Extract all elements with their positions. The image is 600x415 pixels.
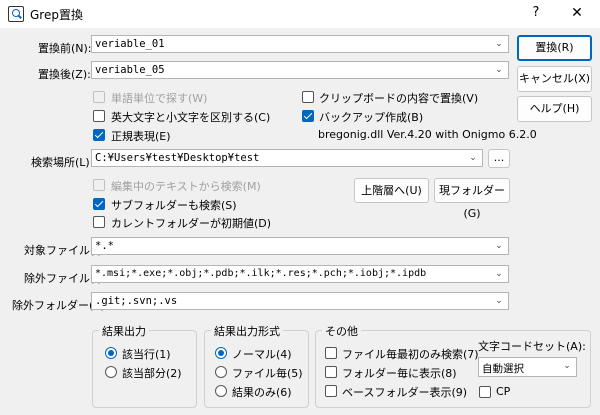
format-result-only-radio[interactable] [215,385,227,397]
exclude-files-combo[interactable]: *.msi;*.exe;*.obj;*.pdb;*.ilk;*.res;*.pc… [91,265,509,283]
matching-line-label: 該当行(1) [122,348,171,361]
search-location-combo[interactable]: C:¥Users¥test¥Desktop¥test ⌄ [91,149,483,167]
search-location-value: C:¥Users¥test¥Desktop¥test [95,152,260,164]
app-search-icon [8,6,24,22]
grep-replace-dialog: Grep置換 ? ✕ 置換前(N): veriable_01 ⌄ 置換後(Z):… [0,0,600,415]
window-title: Grep置換 [30,8,83,22]
result-output-title: 結果出力 [99,323,149,339]
format-result-only-label: 結果のみ(6) [232,386,292,399]
output-format-title: 結果出力形式 [211,323,283,339]
regex-library-info: bregonig.dll Ver.4.20 with Onigmo 6.2.0 [318,128,537,141]
search-from-editing-checkbox[interactable] [93,179,105,191]
chevron-down-icon[interactable]: ⌄ [493,267,505,281]
clipboard-replace-label: クリップボードの内容で置換(V) [319,92,479,105]
title-bar: Grep置換 ? ✕ [0,0,600,28]
current-folder-default-label: カレントフォルダーが初期値(D) [111,217,272,230]
show-base-folder-checkbox[interactable] [325,385,337,397]
format-per-file-label: ファイル毎(5) [232,367,303,380]
format-per-file-radio[interactable] [215,366,227,378]
help-title-button[interactable]: ? [526,4,546,22]
charset-label: 文字コードセット(A): [478,340,586,353]
replace-before-label: 置換前(N): [38,42,92,55]
charset-select[interactable]: 自動選択 ⌄ [478,357,577,377]
case-sensitive-label: 英大文字と小文字を区別する(C) [111,111,271,124]
exclude-folders-value: .git;.svn;.vs [95,295,178,307]
clipboard-replace-checkbox[interactable] [302,91,314,103]
show-per-folder-label: フォルダー毎に表示(8) [342,367,457,380]
matching-part-label: 該当部分(2) [122,367,182,380]
current-folder-default-checkbox[interactable] [93,216,105,228]
chevron-down-icon[interactable]: ⌄ [493,63,505,77]
search-from-editing-label: 編集中のテキストから検索(M) [111,180,261,193]
format-normal-radio[interactable] [215,347,227,359]
exclude-files-value: *.msi;*.exe;*.obj;*.pdb;*.ilk;*.res;*.pc… [95,268,427,279]
word-unit-checkbox[interactable] [93,91,105,103]
backup-label: バックアップ作成(B) [319,111,424,124]
chevron-down-icon[interactable]: ⌄ [493,294,505,308]
cancel-button[interactable]: キャンセル(X) [517,66,592,92]
target-files-value: *.* [95,240,114,252]
replace-after-label: 置換後(Z): [38,68,91,81]
replace-after-combo[interactable]: veriable_05 ⌄ [91,61,509,79]
cp-checkbox[interactable] [479,386,491,398]
case-sensitive-checkbox[interactable] [93,110,105,122]
replace-after-value: veriable_05 [95,64,165,76]
first-only-per-file-label: ファイル毎最初のみ検索(7) [342,348,479,361]
backup-checkbox[interactable] [302,110,314,122]
search-location-label: 検索場所(L): [31,156,94,169]
cp-label: CP [496,385,511,398]
search-subfolders-label: サブフォルダーも検索(S) [111,199,237,212]
format-normal-label: ノーマル(4) [232,348,292,361]
word-unit-label: 単語単位で探す(W) [111,92,208,105]
matching-line-radio[interactable] [105,347,117,359]
exclude-folders-combo[interactable]: .git;.svn;.vs ⌄ [91,292,509,310]
current-folder-button[interactable]: 現フォルダー(G) [434,178,510,220]
browse-button[interactable]: ... [488,149,510,168]
chevron-down-icon[interactable]: ⌄ [493,239,505,253]
parent-dir-button[interactable]: 上階層へ(U) [354,178,429,203]
replace-before-combo[interactable]: veriable_01 ⌄ [91,35,509,53]
chevron-down-icon[interactable]: ⌄ [493,37,505,51]
show-base-folder-label: ベースフォルダー表示(9) [342,386,468,399]
replace-before-value: veriable_01 [95,38,165,50]
chevron-down-icon[interactable]: ⌄ [561,359,573,373]
show-per-folder-checkbox[interactable] [325,366,337,378]
search-subfolders-checkbox[interactable] [93,198,105,210]
regex-checkbox[interactable] [93,129,105,141]
chevron-down-icon[interactable]: ⌄ [467,151,479,165]
first-only-per-file-checkbox[interactable] [325,347,337,359]
replace-button[interactable]: 置換(R) [517,35,592,61]
target-files-combo[interactable]: *.* ⌄ [91,237,509,255]
close-button[interactable]: ✕ [567,4,587,22]
matching-part-radio[interactable] [105,366,117,378]
regex-label: 正規表現(E) [111,130,171,143]
help-button[interactable]: ヘルプ(H) [517,96,592,122]
other-title: その他 [322,323,361,339]
charset-value: 自動選択 [482,363,524,375]
